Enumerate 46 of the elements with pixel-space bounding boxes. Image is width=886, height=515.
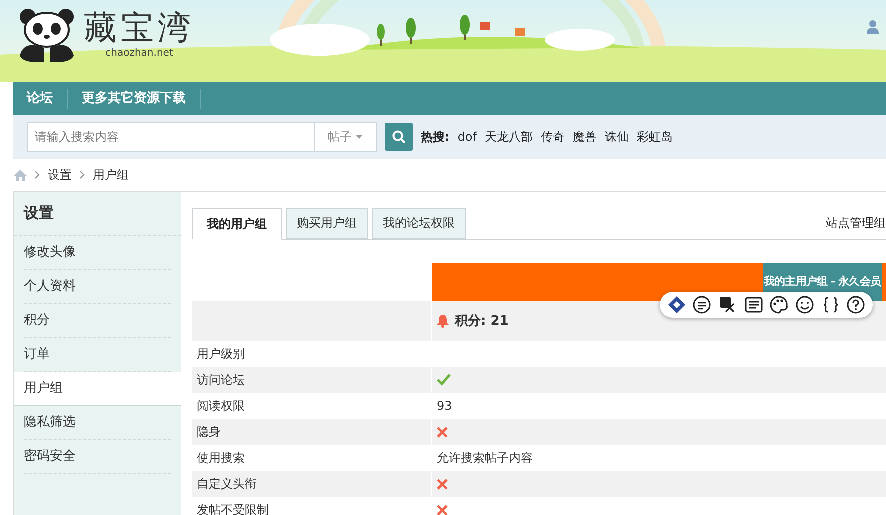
row-label: 自定义头衔	[197, 476, 257, 492]
logo-text: 藏宝湾	[84, 8, 195, 48]
row-label: 隐身	[197, 424, 221, 440]
admin-link[interactable]: 站点管理组	[826, 215, 886, 232]
sidebar-title: 设置	[14, 192, 181, 236]
tab[interactable]: 我的用户组	[192, 208, 282, 240]
chat-icon[interactable]	[692, 295, 712, 315]
value-text: 93	[437, 399, 452, 413]
points-text: 积分: 21	[455, 313, 509, 330]
row-label: 访问论坛	[197, 372, 245, 388]
sidebar-item[interactable]: 用户组	[14, 372, 181, 406]
sidebar-item[interactable]: 隐私筛选	[24, 406, 171, 440]
sidebar-item[interactable]: 密码安全	[24, 440, 171, 474]
smiley-icon[interactable]	[794, 295, 815, 315]
row-label: 使用搜索	[197, 450, 245, 466]
caret-icon	[356, 135, 363, 139]
row-label: 用户级别	[197, 346, 245, 362]
tab[interactable]: 购买用户组	[286, 208, 368, 239]
logo-domain: chaozhan.net	[104, 48, 174, 59]
sidebar-item[interactable]: 积分	[24, 304, 171, 338]
tab[interactable]: 我的论坛权限	[372, 208, 466, 239]
hot-search-link[interactable]: 天龙八部	[485, 128, 533, 146]
nav-link[interactable]: 更多其它资源下载	[68, 88, 201, 108]
help-icon[interactable]	[846, 295, 866, 315]
nav-link[interactable]: 论坛	[13, 88, 68, 108]
hot-search-link[interactable]: 传奇	[541, 128, 565, 146]
hot-search-label: 热搜:	[421, 128, 450, 146]
search-field[interactable]: 请输入搜索内容 帖子	[27, 122, 377, 152]
hot-search-link[interactable]: dof	[458, 130, 477, 144]
search-button[interactable]	[385, 123, 413, 151]
hot-search-link[interactable]: 诛仙	[605, 128, 629, 146]
text-icon[interactable]	[744, 295, 764, 315]
breadcrumb-link[interactable]: 设置	[48, 166, 72, 184]
sidebar-item[interactable]: 修改头像	[24, 236, 171, 270]
sidebar-item[interactable]: 个人资料	[24, 270, 171, 304]
bell-icon	[437, 314, 449, 328]
breadcrumb-link[interactable]: 用户组	[93, 166, 129, 184]
palette-icon[interactable]	[769, 295, 790, 315]
row-label: 发帖不受限制	[197, 502, 269, 515]
hot-search-link[interactable]: 彩虹岛	[637, 128, 673, 146]
search-icon	[392, 130, 406, 144]
value-text: 允许搜索帖子内容	[437, 450, 533, 466]
hot-search-link[interactable]: 魔兽	[573, 128, 597, 146]
chevron-icon	[80, 171, 85, 179]
chevron-icon	[35, 171, 40, 179]
row-label: 阅读权限	[197, 398, 245, 414]
